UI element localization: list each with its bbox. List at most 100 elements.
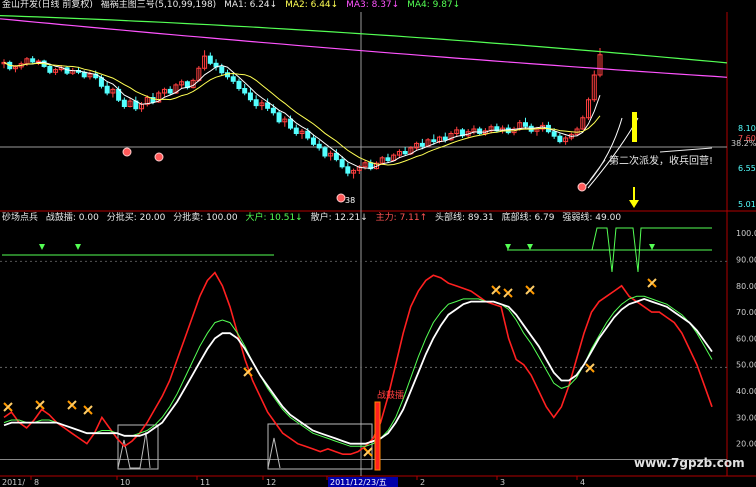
green-down-marker <box>505 244 511 250</box>
candle-body <box>121 99 127 107</box>
stock-title: 金山开发(日线 前复权) <box>2 0 93 10</box>
x-axis-label: 8 <box>34 478 39 487</box>
candle-body <box>431 139 437 143</box>
fib-percent-label: 38.2% <box>731 139 756 148</box>
candle-body <box>293 127 299 135</box>
watermark: www.7gpzb.com <box>634 456 745 470</box>
ma4-line <box>0 15 728 64</box>
cross-marker <box>525 285 535 295</box>
candle-body <box>477 128 483 134</box>
chart-canvas[interactable]: 8.107.606.555.0138.2%38第二次派发，收兵回营!战鼓擂100… <box>0 0 756 487</box>
x-axis-label: 4 <box>580 478 585 487</box>
candle-body <box>402 151 408 155</box>
zhangulei-bar <box>375 402 380 470</box>
candle-body <box>523 122 528 127</box>
toubu-value: 头部线: 89.31 <box>435 213 494 223</box>
sub-indicator-lines <box>0 227 727 470</box>
x-axis-label: 11 <box>200 478 210 487</box>
cross-marker <box>67 400 77 410</box>
yellow-bar-marker <box>632 112 637 142</box>
sub-y-tick: 30.00 <box>736 413 756 422</box>
main-y-tick: 6.55 <box>738 164 756 173</box>
bottom-signal-dot <box>577 182 587 192</box>
candle-body <box>442 136 448 141</box>
ma2-value: MA2: 6.44↓ <box>285 0 339 10</box>
zhan-value: 战鼓擂: 0.00 <box>45 213 99 223</box>
fenpi-mai-value: 分批买: 20.00 <box>106 213 166 223</box>
candle-body <box>35 60 41 63</box>
sanhu-value: 散户: 12.21↓ <box>310 213 368 223</box>
candle-body <box>236 80 242 90</box>
green-down-marker <box>649 244 655 250</box>
cross-marker <box>585 363 595 373</box>
sub-red-line <box>3 271 713 456</box>
sub-chart-header: 砂场点兵 战鼓擂: 0.00 分批买: 20.00 分批卖: 100.00 大户… <box>2 213 626 224</box>
ma1-line <box>3 61 601 169</box>
x-axis-label: 3 <box>500 478 505 487</box>
green-down-marker <box>39 244 45 250</box>
cross-marker <box>491 285 501 295</box>
cross-marker <box>83 405 93 415</box>
candle-body <box>81 71 87 78</box>
ma3-line <box>0 18 728 78</box>
main-y-tick: 8.10 <box>738 124 756 133</box>
candle-body <box>47 65 53 73</box>
candle-body <box>316 143 322 149</box>
box-spikes-2 <box>267 437 281 469</box>
candle-body <box>557 135 563 143</box>
candle-body <box>322 147 328 157</box>
box-pattern <box>117 424 159 470</box>
candle-body <box>270 107 276 114</box>
cross-marker <box>363 447 373 457</box>
cross-marker <box>647 278 657 288</box>
green-down-marker <box>527 244 533 250</box>
candle-body <box>167 88 173 94</box>
sub-y-tick: 20.00 <box>736 440 756 449</box>
candle-body <box>288 118 294 129</box>
bottom-signal-dot <box>154 152 164 162</box>
candle-body <box>30 58 36 63</box>
cross-marker <box>3 402 13 412</box>
ma4-value: MA4: 9.87↓ <box>407 0 461 10</box>
candle-body <box>276 112 282 123</box>
candle-body <box>242 88 248 94</box>
x-axis-label: 10 <box>120 478 130 487</box>
sub-y-tick: 90.00 <box>736 255 756 264</box>
sub-y-tick: 70.00 <box>736 308 756 317</box>
main-price-candles <box>1 48 603 179</box>
x-axis-label: 2011/12/23/五 <box>330 478 387 487</box>
sub-y-tick: 60.00 <box>736 334 756 343</box>
dibu-value: 底部线: 6.79 <box>501 213 555 223</box>
sub-y-tick: 100.00 <box>736 229 756 238</box>
candle-body <box>104 85 110 94</box>
cross-marker <box>35 400 45 410</box>
signal-pointer-line-2 <box>659 147 713 153</box>
candle-body <box>339 159 345 168</box>
candle-body <box>207 55 213 64</box>
yellow-down-arrow-head <box>629 200 639 208</box>
candle-body <box>333 152 339 161</box>
dahu-value: 大户: 10.51↓ <box>245 213 303 223</box>
candle-body <box>551 131 557 137</box>
sub-white-line <box>3 297 713 445</box>
x-axis-label: 12 <box>266 478 276 487</box>
x-axis-label: 2 <box>420 478 425 487</box>
x-axis-label: 2011/ <box>2 478 25 487</box>
indicator-name: 福祸主图三号(5,10,99,198) <box>100 0 217 10</box>
main-y-tick: 5.01 <box>738 200 756 209</box>
ma1-value: MA1: 6.24↓ <box>224 0 278 10</box>
bottom-signal-dot <box>336 193 346 203</box>
sub-y-tick: 80.00 <box>736 282 756 291</box>
sub-y-tick: 50.00 <box>736 361 756 370</box>
candle-body <box>305 130 311 139</box>
bottom-signal-dot <box>122 147 132 157</box>
breakout-curve-white-2 <box>587 117 639 189</box>
sub-y-tick: 40.00 <box>736 387 756 396</box>
candle-body <box>385 157 391 162</box>
signal-annotation: 第二次派发，收兵回营! <box>609 154 713 167</box>
cross-marker <box>503 288 513 298</box>
green-down-marker <box>75 244 81 250</box>
candle-body <box>230 76 236 82</box>
fenpi-mai2-value: 分批卖: 100.00 <box>173 213 238 223</box>
candle-body <box>505 127 511 134</box>
